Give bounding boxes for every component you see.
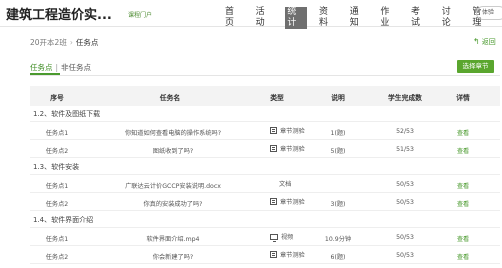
table-row: 任务点1 广联达云计价GCCP安装说明.docx 文档 50/53 查看 (30, 175, 500, 193)
quiz-icon (270, 127, 277, 134)
tab-separator: | (55, 63, 59, 72)
task-seq: 任务点2 (45, 148, 69, 155)
breadcrumb: 20开本2班 › 任务点 (30, 37, 98, 48)
header-count: 学生完成数 (388, 94, 422, 102)
view-detail-link[interactable]: 查看 (443, 199, 483, 208)
header-detail: 详情 (456, 94, 470, 102)
breadcrumb-separator: › (69, 38, 73, 47)
breadcrumb-current: 任务点 (75, 38, 99, 47)
view-detail-link[interactable]: 查看 (443, 128, 483, 137)
view-detail-link[interactable]: 查看 (443, 181, 483, 190)
nav-notices[interactable]: 通知 (349, 7, 369, 29)
task-desc: 1(题) (330, 130, 346, 137)
task-type: 章节测验 (270, 197, 305, 206)
task-seq: 任务点1 (45, 130, 69, 137)
task-count: 51/53 (396, 146, 414, 153)
task-name: 图纸收到了吗? (152, 148, 194, 155)
task-desc: 10.9分钟 (324, 236, 352, 243)
header-type: 类型 (270, 94, 284, 102)
back-label: 返回 (481, 38, 496, 46)
nav-exams[interactable]: 考试 (410, 7, 430, 29)
nav-homework[interactable]: 作业 (379, 7, 399, 29)
task-desc: 6(题) (330, 254, 346, 261)
view-detail-link[interactable]: 查看 (443, 234, 483, 243)
task-type-label: 章节测验 (280, 252, 305, 259)
task-seq: 任务点1 (45, 236, 69, 243)
video-icon (270, 233, 278, 242)
task-seq: 任务点1 (45, 183, 69, 190)
task-type-label: 章节测验 (280, 146, 305, 153)
breadcrumb-class[interactable]: 20开本2班 (30, 38, 67, 47)
task-seq: 任务点2 (45, 254, 69, 261)
task-type-label: 文档 (279, 181, 292, 188)
task-count: 50/53 (396, 181, 414, 188)
header-name: 任务名 (159, 94, 181, 102)
task-name: 你真的安装成功了吗? (143, 201, 203, 208)
tabs-divider (30, 75, 500, 76)
main-nav: 首页 活动 统计 资料 通知 作业 考试 讨论 管理 (224, 7, 502, 29)
task-tabs: 任务点 | 非任务点 (30, 62, 91, 73)
task-count: 50/53 (396, 199, 414, 206)
task-count: 50/53 (396, 234, 414, 241)
table-row: 任务点2 你真的安装成功了吗? 章节测验 3(题) 50/53 查看 (30, 193, 500, 211)
quiz-icon (270, 145, 277, 152)
back-button[interactable]: ↰ 返回 (473, 37, 496, 47)
nav-home[interactable]: 首页 (224, 7, 244, 29)
table-row: 任务点1 软件界面介绍.mp4 视频 10.9分钟 50/53 查看 (30, 228, 500, 246)
table-row: 任务点2 图纸收到了吗? 章节测验 5(题) 51/53 查看 (30, 140, 500, 158)
task-type: 视频 (270, 232, 294, 242)
nav-materials[interactable]: 资料 (318, 7, 338, 29)
task-name: 广联达云计价GCCP安装说明.docx (125, 183, 221, 190)
task-type-label: 视频 (281, 234, 294, 241)
section-header: 1.4、软件界面介绍 (30, 212, 500, 228)
task-desc: 5(题) (330, 148, 346, 155)
nav-statistics[interactable]: 统计 (285, 7, 308, 29)
task-seq: 任务点2 (45, 201, 69, 208)
quiz-icon (270, 198, 277, 205)
back-arrow-icon: ↰ (473, 37, 480, 46)
user-menu-button[interactable]: 体验 (476, 6, 502, 20)
task-type: 章节测验 (270, 250, 305, 259)
section-header: 1.3、软件安装 (30, 159, 500, 175)
nav-discussion[interactable]: 讨论 (441, 7, 461, 29)
header-desc: 说明 (331, 94, 345, 102)
nav-activity[interactable]: 活动 (255, 7, 275, 29)
task-desc: 3(题) (330, 201, 346, 208)
task-name: 你知道如何查看电脑的操作系统吗? (124, 130, 222, 137)
task-count: 52/53 (396, 128, 414, 135)
table-header: 序号 任务名 类型 说明 学生完成数 详情 (30, 86, 500, 106)
header-seq: 序号 (50, 94, 64, 102)
section-header: 1.2、软件及图纸下载 (30, 106, 500, 122)
task-count: 50/53 (396, 252, 414, 259)
quiz-icon (270, 251, 277, 258)
course-portal-link[interactable]: 课程门户 (128, 10, 152, 19)
task-type: 章节测验 (270, 126, 305, 135)
task-type-label: 章节测验 (280, 199, 305, 206)
task-name: 软件界面介绍.mp4 (146, 236, 200, 243)
tab-non-task-points[interactable]: 非任务点 (61, 63, 91, 72)
task-name: 你会新建了吗? (152, 254, 194, 261)
tab-task-points[interactable]: 任务点 (30, 62, 53, 73)
view-detail-link[interactable]: 查看 (443, 252, 483, 261)
select-chapter-button[interactable]: 选择章节 (457, 60, 494, 73)
course-title[interactable]: 建筑工程造价实... (6, 4, 112, 23)
task-type-label: 章节测验 (280, 128, 305, 135)
table-row: 任务点1 你知道如何查看电脑的操作系统吗? 章节测验 1(题) 52/53 查看 (30, 122, 500, 140)
table-row: 任务点2 你会新建了吗? 章节测验 6(题) 50/53 查看 (30, 246, 500, 264)
task-type: 章节测验 (270, 144, 305, 153)
view-detail-link[interactable]: 查看 (443, 146, 483, 155)
task-type: 文档 (279, 179, 291, 188)
top-bar: 建筑工程造价实... 课程门户 首页 活动 统计 资料 通知 作业 考试 讨论 … (0, 0, 502, 29)
